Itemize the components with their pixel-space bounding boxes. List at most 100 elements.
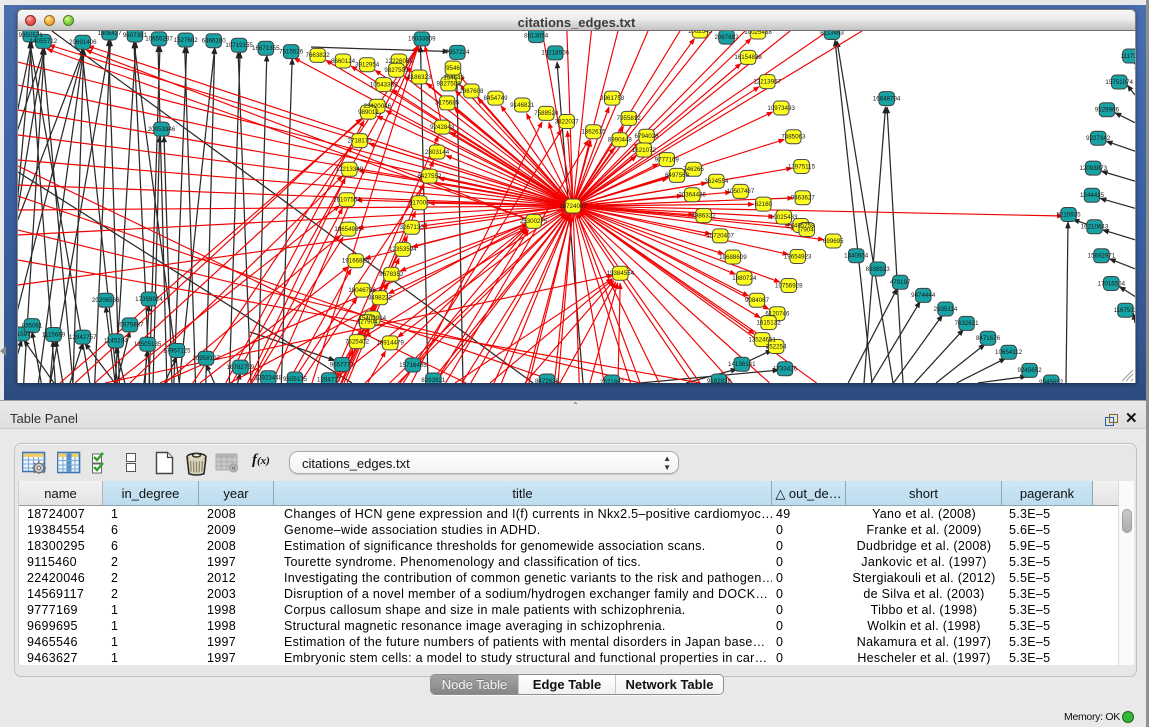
svg-text:989012: 989012 xyxy=(358,109,379,116)
svg-text:1805427: 1805427 xyxy=(97,31,122,37)
svg-text:9242843: 9242843 xyxy=(430,124,455,131)
svg-text:2935114: 2935114 xyxy=(934,306,958,313)
svg-text:8427552: 8427552 xyxy=(417,173,442,180)
svg-text:25300275: 25300275 xyxy=(520,218,548,225)
svg-text:10975887: 10975887 xyxy=(116,322,144,329)
svg-text:2803144: 2803144 xyxy=(425,149,450,156)
svg-text:10973493: 10973493 xyxy=(767,105,795,112)
svg-text:1115689: 1115689 xyxy=(42,331,66,338)
svg-text:7955812: 7955812 xyxy=(617,115,642,122)
svg-text:2718170: 2718170 xyxy=(348,137,373,144)
svg-text:9607391: 9607391 xyxy=(123,32,148,39)
svg-text:62160: 62160 xyxy=(755,201,773,208)
svg-text:19218506: 19218506 xyxy=(541,50,569,57)
svg-text:19384554: 19384554 xyxy=(607,270,635,277)
svg-text:1167533: 1167533 xyxy=(1114,307,1135,314)
svg-text:8293921: 8293921 xyxy=(421,377,446,383)
svg-text:1002543: 1002543 xyxy=(688,31,713,35)
svg-text:9474444: 9474444 xyxy=(911,292,936,299)
svg-text:479197: 479197 xyxy=(890,279,911,286)
svg-text:2867608: 2867608 xyxy=(459,88,484,95)
svg-text:10543362: 10543362 xyxy=(370,81,398,88)
svg-text:9129966: 9129966 xyxy=(1095,107,1120,114)
svg-text:9777169: 9777169 xyxy=(655,156,680,163)
svg-text:8813054: 8813054 xyxy=(524,32,549,39)
svg-text:917006: 917006 xyxy=(409,200,430,207)
svg-text:15751074: 15751074 xyxy=(1105,79,1133,86)
svg-text:12505135: 12505135 xyxy=(134,341,162,348)
svg-text:12353594: 12353594 xyxy=(389,246,417,253)
svg-text:18724007: 18724007 xyxy=(559,203,587,210)
svg-text:1880724: 1880724 xyxy=(732,275,757,282)
svg-text:12213349: 12213349 xyxy=(336,166,364,173)
svg-text:15720407: 15720407 xyxy=(706,233,734,240)
svg-text:16033809: 16033809 xyxy=(408,36,436,43)
svg-text:17016504: 17016504 xyxy=(1098,280,1126,287)
svg-text:9505135: 9505135 xyxy=(283,376,308,383)
svg-text:7632621: 7632621 xyxy=(954,320,979,327)
svg-text:16782759: 16782759 xyxy=(227,364,255,371)
svg-text:3175685: 3175685 xyxy=(435,100,460,107)
svg-text:7663822: 7663822 xyxy=(306,52,331,59)
svg-text:20206536: 20206536 xyxy=(92,297,120,304)
svg-text:9327508: 9327508 xyxy=(436,81,461,88)
svg-text:1527602: 1527602 xyxy=(174,37,199,44)
svg-text:9463627: 9463627 xyxy=(791,195,816,202)
svg-text:6794028: 6794028 xyxy=(634,133,659,140)
svg-text:2071882: 2071882 xyxy=(600,379,625,383)
svg-text:7485063: 7485063 xyxy=(781,134,806,141)
svg-text:7588520: 7588520 xyxy=(534,110,559,117)
svg-text:10025433: 10025433 xyxy=(770,214,798,221)
svg-text:8215935: 8215935 xyxy=(1056,211,1081,218)
svg-text:20691406: 20691406 xyxy=(69,39,97,46)
svg-text:1615132: 1615132 xyxy=(756,319,781,326)
svg-text:14055712: 14055712 xyxy=(30,38,58,45)
svg-text:1621072: 1621072 xyxy=(632,147,657,154)
svg-text:3961758: 3961758 xyxy=(600,95,625,102)
svg-text:8186323: 8186323 xyxy=(407,74,432,81)
svg-text:1244415: 1244415 xyxy=(1080,192,1105,199)
svg-text:1362615: 1362615 xyxy=(581,129,606,136)
svg-text:12942757: 12942757 xyxy=(69,334,97,341)
svg-text:10756928: 10756928 xyxy=(775,282,803,289)
svg-text:12226058: 12226058 xyxy=(385,58,413,65)
svg-text:9227342: 9227342 xyxy=(1086,135,1111,142)
svg-text:7357224: 7357224 xyxy=(445,49,470,56)
svg-text:14136141: 14136141 xyxy=(728,361,756,368)
svg-text:252254: 252254 xyxy=(766,343,787,350)
svg-text:16914479: 16914479 xyxy=(376,340,404,347)
svg-text:15716485: 15716485 xyxy=(399,362,427,369)
svg-text:8454749: 8454749 xyxy=(483,95,508,102)
svg-text:10507487: 10507487 xyxy=(727,188,755,195)
svg-text:9245652: 9245652 xyxy=(1018,367,1043,374)
svg-text:6120746: 6120746 xyxy=(765,311,790,318)
svg-text:16210643: 16210643 xyxy=(1081,224,1109,231)
svg-text:3912954: 3912954 xyxy=(355,62,380,69)
svg-text:12213967: 12213967 xyxy=(753,78,781,85)
svg-text:9657771: 9657771 xyxy=(330,361,355,368)
svg-text:19654985: 19654985 xyxy=(334,226,362,233)
svg-text:699695: 699695 xyxy=(823,238,844,245)
svg-text:8113463: 8113463 xyxy=(820,31,844,36)
svg-text:16671355: 16671355 xyxy=(252,45,280,52)
svg-text:15692971: 15692971 xyxy=(1088,253,1116,260)
svg-text:16154838: 16154838 xyxy=(734,54,762,61)
svg-text:10958107: 10958107 xyxy=(192,355,220,362)
svg-text:20053346: 20053346 xyxy=(148,126,176,133)
svg-text:8660124: 8660124 xyxy=(331,58,356,65)
svg-text:6466160: 6466160 xyxy=(202,38,227,45)
svg-text:2087682: 2087682 xyxy=(714,34,739,41)
svg-text:1284717: 1284717 xyxy=(317,377,342,383)
svg-text:127904: 127904 xyxy=(357,319,378,326)
svg-text:3822037: 3822037 xyxy=(555,118,580,125)
svg-text:10719155: 10719155 xyxy=(225,42,253,49)
svg-text:3624554: 3624554 xyxy=(704,178,729,185)
svg-text:17957225: 17957225 xyxy=(163,347,191,354)
svg-text:8678352: 8678352 xyxy=(379,271,404,278)
svg-text:16648794: 16648794 xyxy=(873,95,901,102)
svg-text:9084067: 9084067 xyxy=(745,297,770,304)
svg-text:20364436: 20364436 xyxy=(678,192,706,199)
svg-text:9327503: 9327503 xyxy=(384,67,409,74)
svg-text:19166825: 19166825 xyxy=(342,258,370,265)
svg-text:8471676: 8471676 xyxy=(976,335,1001,342)
